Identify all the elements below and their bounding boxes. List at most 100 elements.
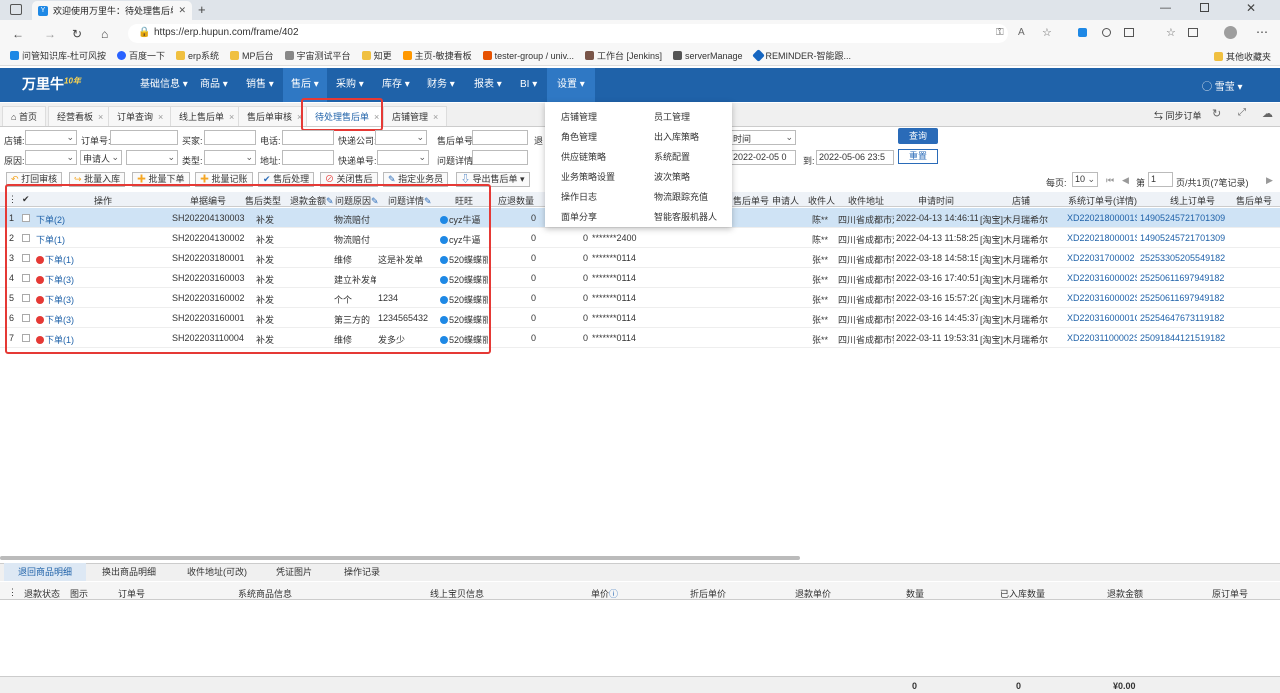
- after-no-input[interactable]: [472, 130, 528, 145]
- cell-online[interactable]: 25091844121519182: [1140, 333, 1225, 343]
- cell-online[interactable]: 25250611697949182: [1140, 273, 1224, 283]
- window-close-icon[interactable]: ✕: [1246, 1, 1256, 15]
- shop-select[interactable]: [25, 130, 77, 145]
- dd-supply-chain[interactable]: 供应链策略: [561, 150, 606, 163]
- menu-product[interactable]: 商品 ▾: [192, 68, 236, 102]
- col-sys-order[interactable]: 系统订单号(详情): [1068, 194, 1137, 207]
- bookmark-item[interactable]: 工作台 [Jenkins]: [584, 49, 662, 62]
- bookmark-item[interactable]: 百度一下: [117, 49, 165, 62]
- profile-avatar[interactable]: [1224, 26, 1237, 39]
- extension-icon[interactable]: [1078, 28, 1087, 37]
- reset-button[interactable]: 重置: [898, 149, 938, 164]
- bookmark-item[interactable]: REMINDER-智能跟...: [751, 49, 851, 62]
- cell-sys[interactable]: XD22021800001S: [1067, 233, 1137, 243]
- tab-dashboard[interactable]: 经营看板 ×: [48, 106, 113, 126]
- menu-bi[interactable]: BI ▾: [512, 68, 545, 102]
- btab-return-items[interactable]: 退回商品明细: [4, 563, 87, 581]
- browser-tab[interactable]: Y 欢迎使用万里牛：待处理售后单 ✕: [32, 1, 192, 20]
- bcol-stored-qty[interactable]: 已入库数量: [1000, 587, 1045, 600]
- menu-basic-info[interactable]: 基础信息 ▾: [132, 68, 196, 102]
- col-after-no[interactable]: 售后单号: [733, 194, 769, 207]
- address-input[interactable]: [282, 150, 334, 165]
- window-maximize-icon[interactable]: [1200, 3, 1209, 12]
- close-tab-icon[interactable]: ✕: [178, 5, 186, 16]
- bookmark-item[interactable]: tester-group / univ...: [482, 51, 574, 61]
- btab-op-records[interactable]: 操作记录: [330, 563, 394, 581]
- bookmark-item[interactable]: 问管知识库-杜可风按: [10, 49, 106, 62]
- phone-input[interactable]: [282, 130, 334, 145]
- bcol-image[interactable]: 图示: [70, 587, 88, 600]
- menu-sales[interactable]: 销售 ▾: [238, 68, 282, 102]
- bottom-grid-menu-icon[interactable]: ⋮: [8, 587, 17, 598]
- cloud-icon[interactable]: ☁: [1262, 107, 1273, 120]
- collections-icon[interactable]: [1188, 28, 1198, 37]
- cell-sys[interactable]: XD22031600002S: [1067, 293, 1137, 303]
- dd-op-log[interactable]: 操作日志: [561, 190, 597, 203]
- menu-settings[interactable]: 设置 ▾: [547, 68, 595, 102]
- buyer-input[interactable]: [204, 130, 256, 145]
- reload-icon[interactable]: ↻: [72, 27, 82, 41]
- bcol-sys-goods[interactable]: 系统商品信息: [238, 587, 292, 600]
- bcol-order-no[interactable]: 订单号: [118, 587, 145, 600]
- query-button[interactable]: 查询: [898, 128, 938, 144]
- dd-waybill-share[interactable]: 面单分享: [561, 210, 597, 223]
- bookmark-item[interactable]: 宇宙测试平台: [284, 49, 351, 62]
- favorite-star-icon[interactable]: ☆: [1042, 26, 1052, 39]
- cell-online[interactable]: 25253305205549182: [1140, 253, 1225, 263]
- tab-actions-icon[interactable]: [10, 4, 22, 15]
- more-icon[interactable]: ⋯: [1256, 25, 1268, 39]
- url-input[interactable]: https://erp.hupun.com/frame/402: [128, 24, 1008, 43]
- col-shop[interactable]: 店铺: [1012, 194, 1030, 207]
- refresh-icon[interactable]: ↻: [1212, 107, 1221, 120]
- cell-online[interactable]: 25254647673119182: [1140, 313, 1224, 323]
- menu-stock[interactable]: 库存 ▾: [374, 68, 418, 102]
- cell-online[interactable]: 25250611697949182: [1140, 293, 1224, 303]
- btab-voucher-images[interactable]: 凭证图片: [262, 563, 326, 581]
- bookmark-item[interactable]: 主页-敏捷看板: [402, 49, 472, 62]
- col-apply-time[interactable]: 申请时间: [918, 194, 954, 207]
- col-online-order[interactable]: 线上订单号: [1170, 194, 1215, 207]
- dd-role-manage[interactable]: 角色管理: [561, 130, 597, 143]
- tab-home[interactable]: ⌂ 首页: [2, 106, 46, 126]
- cell-sys[interactable]: XD22021800001S: [1067, 213, 1137, 223]
- bcol-online-goods[interactable]: 线上宝贝信息: [430, 587, 484, 600]
- col-applicant[interactable]: 申请人: [772, 194, 799, 207]
- dd-sys-config[interactable]: 系统配置: [654, 150, 690, 163]
- reason-select[interactable]: [25, 150, 77, 165]
- bcol-orig-order[interactable]: 原订单号: [1212, 587, 1248, 600]
- prev-page-icon[interactable]: ◀: [1122, 175, 1129, 186]
- page-input[interactable]: 1: [1148, 172, 1173, 187]
- bookmark-item[interactable]: erp系统: [176, 49, 219, 62]
- user-menu[interactable]: ◯ 雪莹 ▾: [1202, 78, 1243, 93]
- cell-online[interactable]: 14905245721701309: [1140, 233, 1225, 243]
- order-no-input[interactable]: [110, 130, 178, 145]
- bookmark-item[interactable]: 知更: [361, 49, 392, 62]
- dd-inout-strategy[interactable]: 出入库策略: [654, 130, 699, 143]
- fullscreen-icon[interactable]: ⤢: [1238, 107, 1246, 118]
- menu-report[interactable]: 报表 ▾: [466, 68, 510, 102]
- cell-sys[interactable]: XD22031600001O: [1067, 313, 1137, 323]
- btab-recv-address[interactable]: 收件地址(可改): [173, 563, 261, 581]
- date-to-select[interactable]: 2022-05-06 23:5: [816, 150, 894, 165]
- per-page-select[interactable]: 10: [1072, 172, 1098, 187]
- forward-icon[interactable]: →: [44, 27, 56, 41]
- express-no-select[interactable]: [377, 150, 429, 165]
- tab-shop-manage[interactable]: 店铺管理 ×: [383, 106, 448, 126]
- tab-order-query[interactable]: 订单查询 ×: [108, 106, 173, 126]
- col-after-no2[interactable]: 售后单号: [1236, 194, 1272, 207]
- cell-sys[interactable]: XD22031600002S: [1067, 273, 1137, 283]
- menu-after-sales[interactable]: 售后 ▾: [283, 68, 327, 102]
- window-minimize-icon[interactable]: —: [1160, 2, 1171, 14]
- applicant-value-select[interactable]: [126, 150, 178, 165]
- bcol-qty[interactable]: 数量: [906, 587, 924, 600]
- bcol-refund-amount[interactable]: 退款金额: [1107, 587, 1143, 600]
- dd-wave-strategy[interactable]: 波次策略: [654, 170, 690, 183]
- col-receiver[interactable]: 收件人: [808, 194, 835, 207]
- bcol-price[interactable]: 单价ⓘ: [591, 587, 618, 600]
- time-type-select[interactable]: 时间: [730, 130, 796, 145]
- split-screen-icon[interactable]: [1124, 28, 1134, 37]
- extension-icon-2[interactable]: [1102, 28, 1111, 37]
- date-from-select[interactable]: 2022-02-05 0: [730, 150, 796, 165]
- next-page-icon[interactable]: ▶: [1266, 175, 1273, 186]
- cell-sys[interactable]: XD22031700002: [1067, 253, 1135, 263]
